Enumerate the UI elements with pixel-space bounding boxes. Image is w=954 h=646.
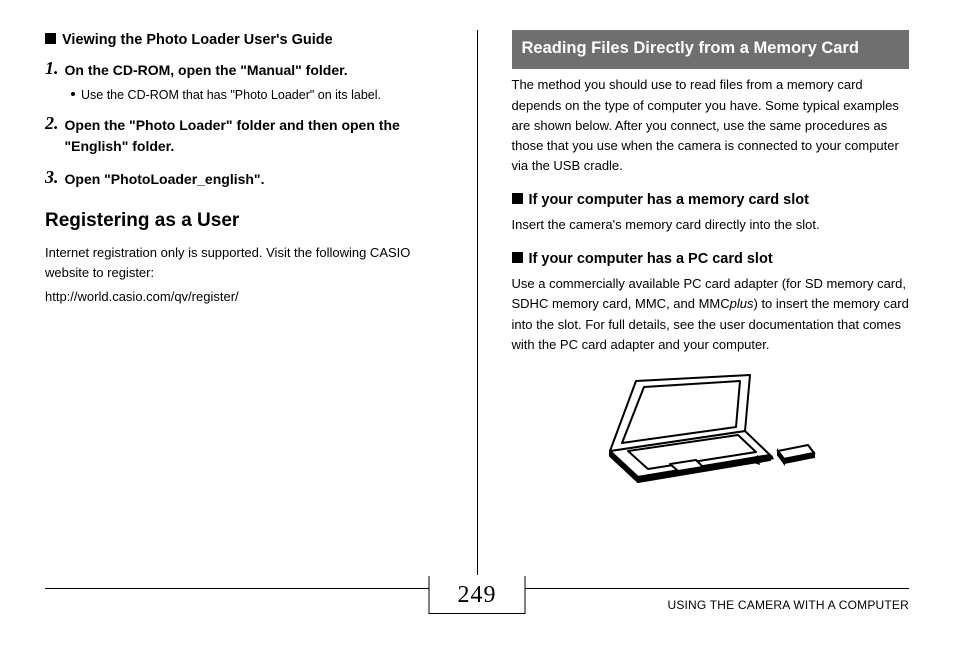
registration-paragraph: Internet registration only is supported.… — [45, 243, 443, 283]
left-column: Viewing the Photo Loader User's Guide 1.… — [45, 30, 453, 575]
step-text: Open the "Photo Loader" folder and then … — [65, 114, 443, 156]
step-2: 2. Open the "Photo Loader" folder and th… — [45, 114, 443, 156]
two-column-layout: Viewing the Photo Loader User's Guide 1.… — [45, 30, 909, 575]
step-number: 1. — [45, 59, 59, 80]
step-number: 3. — [45, 168, 59, 189]
subheading-text: If your computer has a PC card slot — [529, 249, 773, 270]
step-text: Open "PhotoLoader_english". — [65, 168, 265, 189]
column-divider — [477, 30, 478, 575]
page-number: 249 — [429, 576, 526, 614]
sub-bullet-text: Use the CD-ROM that has "Photo Loader" o… — [81, 86, 381, 104]
laptop-illustration — [512, 373, 910, 489]
section-label: USING THE CAMERA WITH A COMPUTER — [667, 598, 909, 612]
intro-paragraph: The method you should use to read files … — [512, 75, 910, 176]
registration-url: http://world.casio.com/qv/register/ — [45, 287, 443, 307]
right-column: Reading Files Directly from a Memory Car… — [502, 30, 910, 575]
subheading-text: If your computer has a memory card slot — [529, 190, 809, 211]
manual-page: Viewing the Photo Loader User's Guide 1.… — [0, 0, 954, 646]
subheading-memory-card-slot: If your computer has a memory card slot — [512, 190, 910, 211]
memory-card-slot-paragraph: Insert the camera's memory card directly… — [512, 215, 910, 235]
square-bullet-icon — [45, 33, 56, 44]
step-number: 2. — [45, 114, 59, 156]
heading-photo-loader-guide: Viewing the Photo Loader User's Guide — [45, 30, 443, 51]
step-1: 1. On the CD-ROM, open the "Manual" fold… — [45, 59, 443, 80]
step-text: On the CD-ROM, open the "Manual" folder. — [65, 59, 348, 80]
square-bullet-icon — [512, 252, 523, 263]
bullet-dot-icon — [71, 92, 75, 96]
laptop-card-icon — [600, 373, 820, 483]
subheading-pc-card-slot: If your computer has a PC card slot — [512, 249, 910, 270]
heading-text: Viewing the Photo Loader User's Guide — [62, 30, 333, 51]
heading-registering-user: Registering as a User — [45, 207, 443, 235]
section-box-reading-files: Reading Files Directly from a Memory Car… — [512, 30, 910, 69]
step-3: 3. Open "PhotoLoader_english". — [45, 168, 443, 189]
square-bullet-icon — [512, 193, 523, 204]
step-1-sub-bullet: Use the CD-ROM that has "Photo Loader" o… — [71, 86, 443, 104]
pc-text-italic: plus — [730, 296, 754, 311]
pc-card-slot-paragraph: Use a commercially available PC card ada… — [512, 274, 910, 355]
